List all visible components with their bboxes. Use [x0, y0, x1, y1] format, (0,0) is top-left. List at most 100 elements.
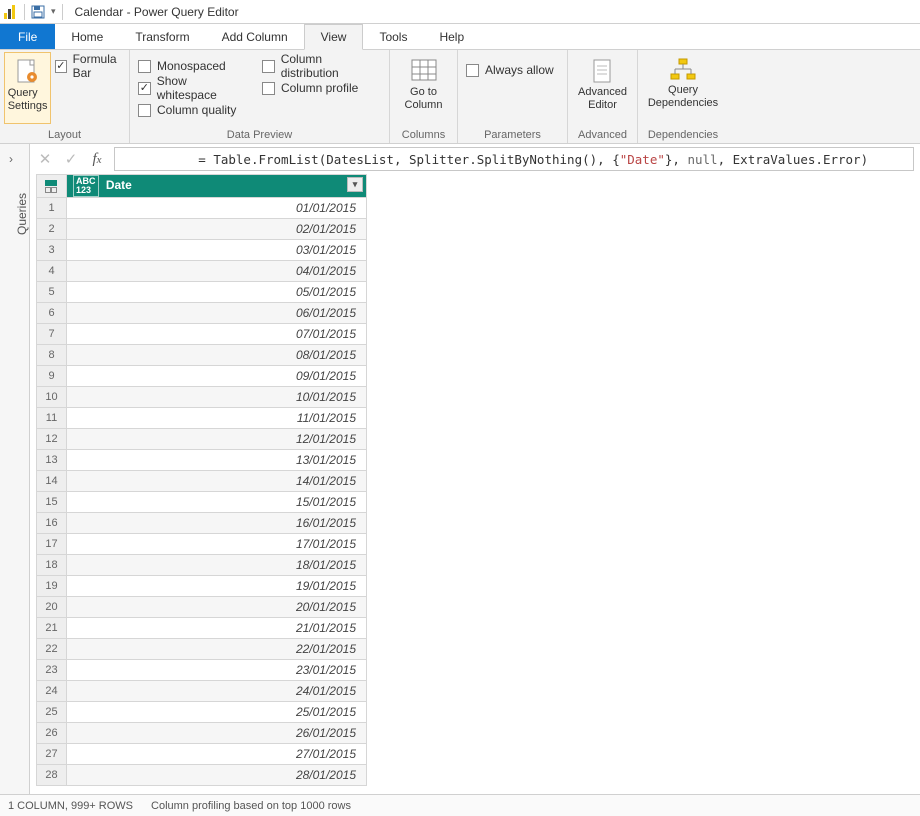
cell-date[interactable]: 21/01/2015: [67, 618, 367, 639]
row-number[interactable]: 9: [37, 366, 67, 387]
table-row[interactable]: 1111/01/2015: [37, 408, 367, 429]
cell-date[interactable]: 02/01/2015: [67, 219, 367, 240]
table-corner[interactable]: [37, 175, 67, 198]
cell-date[interactable]: 25/01/2015: [67, 702, 367, 723]
row-number[interactable]: 27: [37, 744, 67, 765]
tab-file[interactable]: File: [0, 24, 55, 49]
cell-date[interactable]: 13/01/2015: [67, 450, 367, 471]
fx-icon[interactable]: fx: [88, 151, 106, 168]
queries-pane-toggle[interactable]: › Queries: [0, 144, 30, 794]
row-number[interactable]: 26: [37, 723, 67, 744]
column-distribution-checkbox[interactable]: Column distribution: [262, 56, 381, 76]
query-settings-button[interactable]: Query Settings: [4, 52, 51, 124]
row-number[interactable]: 3: [37, 240, 67, 261]
table-row[interactable]: 707/01/2015: [37, 324, 367, 345]
row-number[interactable]: 4: [37, 261, 67, 282]
row-number[interactable]: 15: [37, 492, 67, 513]
row-number[interactable]: 28: [37, 765, 67, 786]
row-number[interactable]: 16: [37, 513, 67, 534]
cancel-formula-icon[interactable]: ✕: [36, 150, 54, 168]
cell-date[interactable]: 26/01/2015: [67, 723, 367, 744]
monospaced-checkbox[interactable]: Monospaced: [138, 56, 248, 76]
row-number[interactable]: 6: [37, 303, 67, 324]
table-row[interactable]: 2222/01/2015: [37, 639, 367, 660]
row-number[interactable]: 21: [37, 618, 67, 639]
commit-formula-icon[interactable]: ✓: [62, 150, 80, 168]
cell-date[interactable]: 01/01/2015: [67, 198, 367, 219]
row-number[interactable]: 5: [37, 282, 67, 303]
table-row[interactable]: 404/01/2015: [37, 261, 367, 282]
cell-date[interactable]: 07/01/2015: [67, 324, 367, 345]
tab-tools[interactable]: Tools: [363, 24, 423, 49]
table-row[interactable]: 1414/01/2015: [37, 471, 367, 492]
table-row[interactable]: 2424/01/2015: [37, 681, 367, 702]
row-number[interactable]: 2: [37, 219, 67, 240]
table-row[interactable]: 1212/01/2015: [37, 429, 367, 450]
table-row[interactable]: 101/01/2015: [37, 198, 367, 219]
always-allow-checkbox[interactable]: Always allow: [466, 60, 559, 80]
cell-date[interactable]: 04/01/2015: [67, 261, 367, 282]
data-grid[interactable]: ABC 123 Date ▾ 101/01/2015202/01/2015303…: [30, 174, 920, 794]
cell-date[interactable]: 14/01/2015: [67, 471, 367, 492]
cell-date[interactable]: 23/01/2015: [67, 660, 367, 681]
row-number[interactable]: 19: [37, 576, 67, 597]
row-number[interactable]: 23: [37, 660, 67, 681]
table-row[interactable]: 2626/01/2015: [37, 723, 367, 744]
row-number[interactable]: 25: [37, 702, 67, 723]
row-number[interactable]: 18: [37, 555, 67, 576]
row-number[interactable]: 13: [37, 450, 67, 471]
table-row[interactable]: 1515/01/2015: [37, 492, 367, 513]
save-icon[interactable]: [31, 5, 45, 19]
cell-date[interactable]: 17/01/2015: [67, 534, 367, 555]
table-row[interactable]: 202/01/2015: [37, 219, 367, 240]
table-row[interactable]: 2323/01/2015: [37, 660, 367, 681]
cell-date[interactable]: 27/01/2015: [67, 744, 367, 765]
row-number[interactable]: 11: [37, 408, 67, 429]
cell-date[interactable]: 24/01/2015: [67, 681, 367, 702]
table-row[interactable]: 1616/01/2015: [37, 513, 367, 534]
cell-date[interactable]: 20/01/2015: [67, 597, 367, 618]
cell-date[interactable]: 11/01/2015: [67, 408, 367, 429]
cell-date[interactable]: 22/01/2015: [67, 639, 367, 660]
tab-help[interactable]: Help: [423, 24, 480, 49]
table-row[interactable]: 303/01/2015: [37, 240, 367, 261]
cell-date[interactable]: 15/01/2015: [67, 492, 367, 513]
cell-date[interactable]: 09/01/2015: [67, 366, 367, 387]
go-to-column-button[interactable]: Go to Column: [395, 54, 453, 111]
table-row[interactable]: 1919/01/2015: [37, 576, 367, 597]
row-number[interactable]: 20: [37, 597, 67, 618]
row-number[interactable]: 8: [37, 345, 67, 366]
table-row[interactable]: 1717/01/2015: [37, 534, 367, 555]
table-row[interactable]: 505/01/2015: [37, 282, 367, 303]
formula-input[interactable]: = Table.FromList(DatesList, Splitter.Spl…: [114, 147, 914, 171]
table-row[interactable]: 606/01/2015: [37, 303, 367, 324]
tab-add-column[interactable]: Add Column: [206, 24, 304, 49]
row-number[interactable]: 14: [37, 471, 67, 492]
advanced-editor-button[interactable]: Advanced Editor: [574, 54, 632, 111]
cell-date[interactable]: 08/01/2015: [67, 345, 367, 366]
cell-date[interactable]: 16/01/2015: [67, 513, 367, 534]
show-whitespace-checkbox[interactable]: Show whitespace: [138, 78, 248, 98]
cell-date[interactable]: 18/01/2015: [67, 555, 367, 576]
column-profile-checkbox[interactable]: Column profile: [262, 78, 381, 98]
row-number[interactable]: 10: [37, 387, 67, 408]
cell-date[interactable]: 19/01/2015: [67, 576, 367, 597]
table-row[interactable]: 2828/01/2015: [37, 765, 367, 786]
cell-date[interactable]: 05/01/2015: [67, 282, 367, 303]
row-number[interactable]: 24: [37, 681, 67, 702]
cell-date[interactable]: 03/01/2015: [67, 240, 367, 261]
row-number[interactable]: 17: [37, 534, 67, 555]
qat-dropdown-icon[interactable]: ▾: [51, 6, 56, 17]
table-row[interactable]: 2020/01/2015: [37, 597, 367, 618]
table-row[interactable]: 2121/01/2015: [37, 618, 367, 639]
table-row[interactable]: 1010/01/2015: [37, 387, 367, 408]
column-filter-dropdown[interactable]: ▾: [347, 177, 363, 192]
formula-bar-checkbox[interactable]: Formula Bar: [55, 56, 129, 76]
row-number[interactable]: 22: [37, 639, 67, 660]
cell-date[interactable]: 12/01/2015: [67, 429, 367, 450]
tab-home[interactable]: Home: [55, 24, 119, 49]
row-number[interactable]: 12: [37, 429, 67, 450]
cell-date[interactable]: 10/01/2015: [67, 387, 367, 408]
table-row[interactable]: 2727/01/2015: [37, 744, 367, 765]
cell-date[interactable]: 06/01/2015: [67, 303, 367, 324]
